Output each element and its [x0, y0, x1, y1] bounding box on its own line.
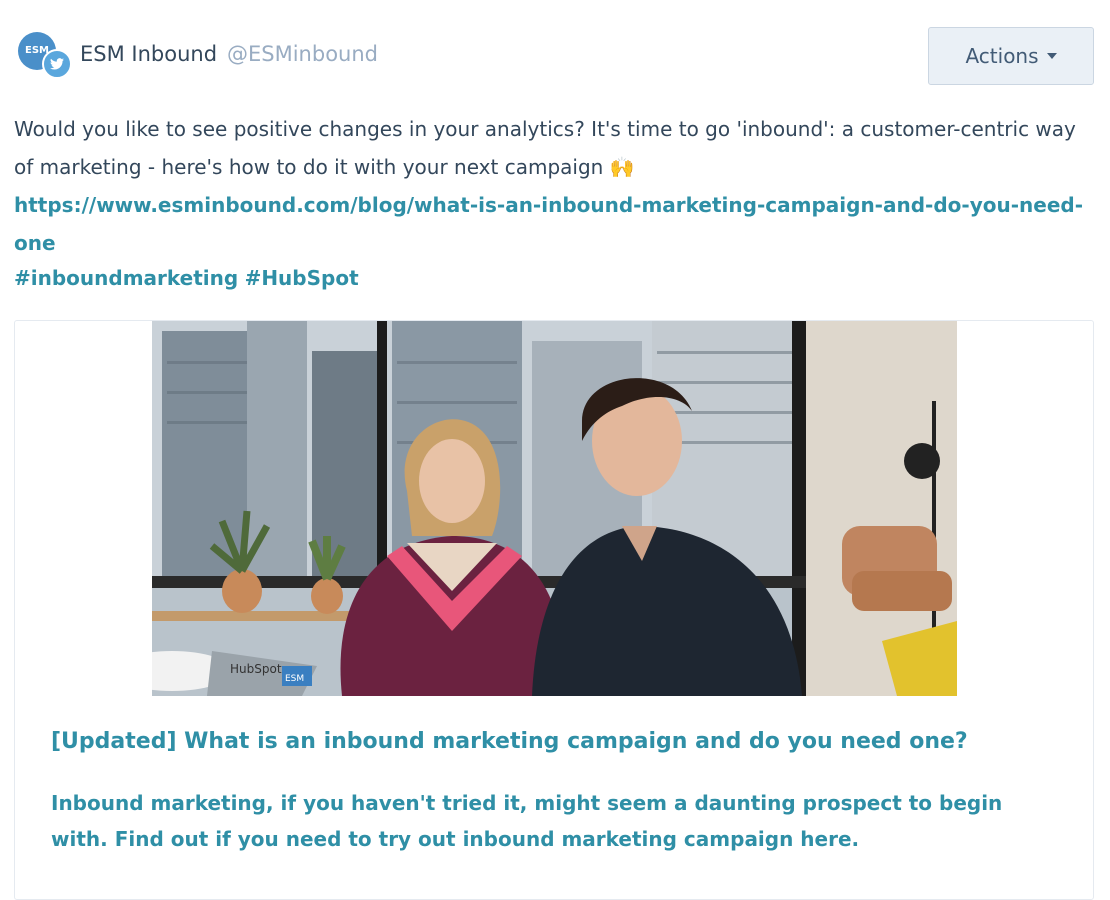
actions-button[interactable]: Actions: [928, 27, 1094, 85]
preview-title[interactable]: [Updated] What is an inbound marketing c…: [51, 729, 968, 754]
hashtag-inboundmarketing[interactable]: #inboundmarketing: [14, 266, 238, 290]
twitter-icon: [42, 49, 72, 79]
post-link[interactable]: https://www.esminbound.com/blog/what-is-…: [14, 193, 1083, 255]
hashtag-hubspot[interactable]: #HubSpot: [245, 266, 359, 290]
link-preview-card[interactable]: HubSpot ESM [Updated] What is an inbound…: [14, 320, 1094, 900]
actions-button-label: Actions: [965, 44, 1039, 68]
hashtags: #inboundmarketing #HubSpot: [14, 259, 359, 297]
post-body: Would you like to see positive changes i…: [14, 110, 1098, 262]
account-name[interactable]: ESM Inbound: [80, 42, 217, 66]
laptop-sticker-text: HubSpot: [230, 662, 282, 676]
account-handle[interactable]: @ESMinbound: [227, 42, 378, 66]
avatar[interactable]: ESM: [18, 32, 72, 79]
preview-description: Inbound marketing, if you haven't tried …: [51, 791, 1003, 851]
post-text: Would you like to see positive changes i…: [14, 117, 1076, 179]
laptop-badge-text: ESM: [285, 674, 304, 684]
preview-image[interactable]: HubSpot ESM: [152, 321, 957, 696]
chevron-down-icon: [1046, 53, 1057, 59]
